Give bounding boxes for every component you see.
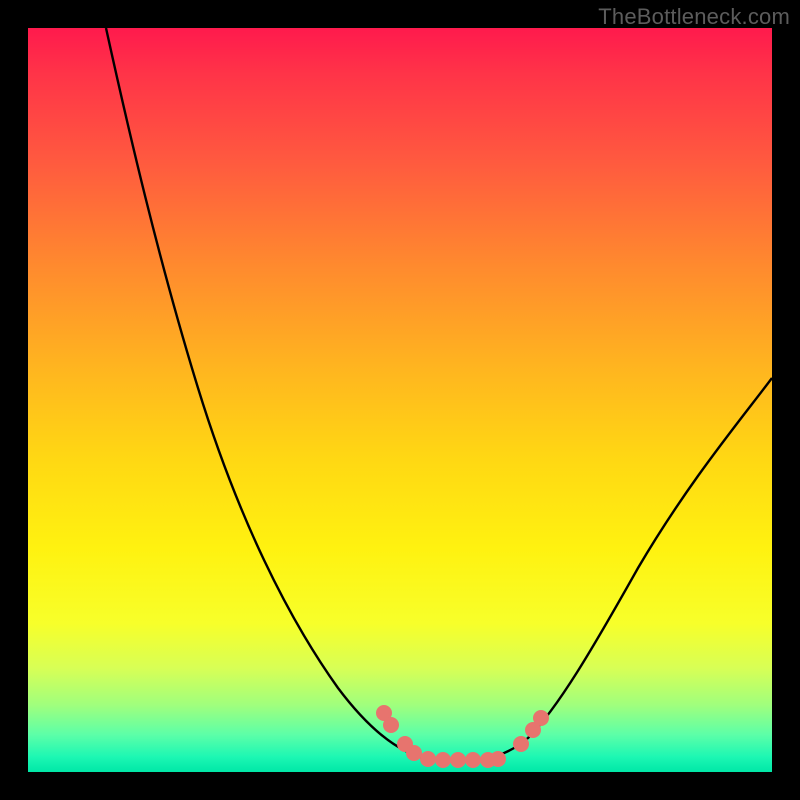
bottleneck-left-curve bbox=[106, 28, 468, 761]
bottleneck-right-curve bbox=[468, 378, 772, 760]
marker-dots bbox=[376, 705, 549, 768]
watermark-text: TheBottleneck.com bbox=[598, 4, 790, 30]
plot-area bbox=[28, 28, 772, 772]
curve-layer bbox=[28, 28, 772, 772]
outer-frame: TheBottleneck.com bbox=[0, 0, 800, 800]
